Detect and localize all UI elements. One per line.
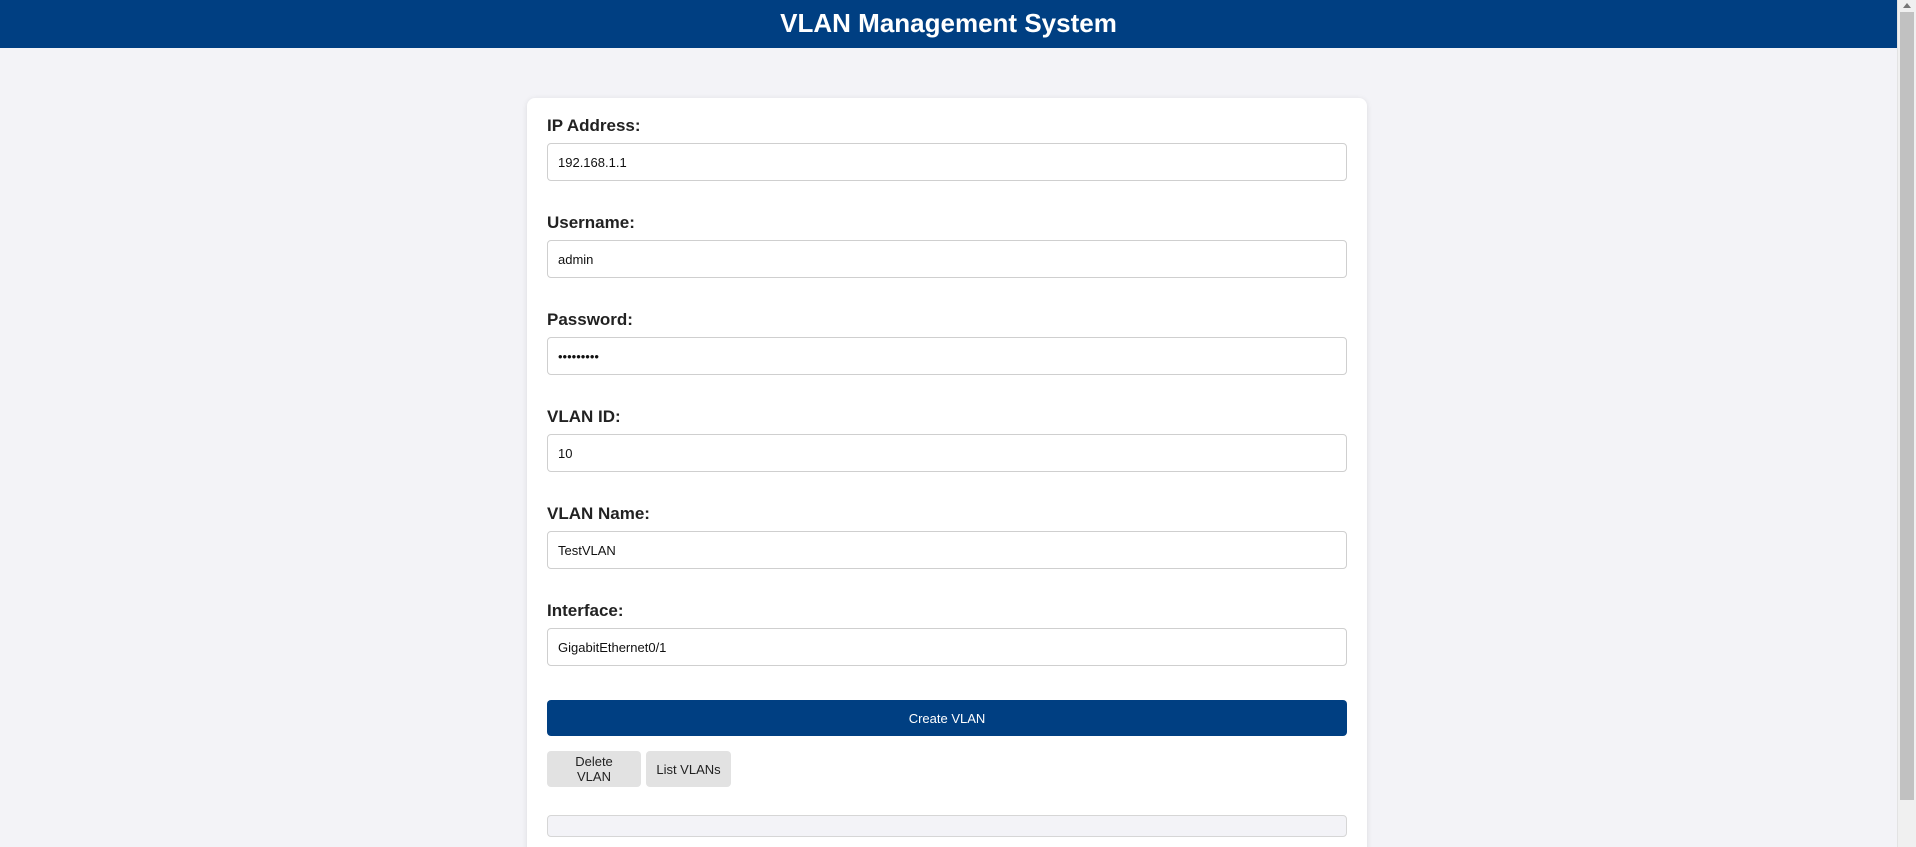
ip-address-label: IP Address:: [547, 116, 641, 135]
username-label: Username:: [547, 213, 635, 232]
scrollbar-thumb[interactable]: [1900, 12, 1914, 800]
vlan-form-card: IP Address: Username: Password: VLAN ID:…: [527, 98, 1367, 847]
interface-input[interactable]: [547, 628, 1347, 666]
username-input[interactable]: [547, 240, 1347, 278]
delete-vlan-button[interactable]: Delete VLAN: [547, 751, 641, 787]
browser-viewport: VLAN Management System IP Address: Usern…: [0, 0, 1916, 847]
vlan-name-input[interactable]: [547, 531, 1347, 569]
list-vlans-button[interactable]: List VLANs: [646, 751, 731, 787]
interface-label: Interface:: [547, 601, 624, 620]
app-header: VLAN Management System: [0, 0, 1897, 48]
password-input[interactable]: [547, 337, 1347, 375]
ip-address-input[interactable]: [547, 143, 1347, 181]
vlan-name-label: VLAN Name:: [547, 504, 650, 523]
scroll-up-arrow-icon[interactable]: [1903, 3, 1911, 8]
password-label: Password:: [547, 310, 633, 329]
result-output: [547, 815, 1347, 837]
vlan-id-label: VLAN ID:: [547, 407, 621, 426]
page-title: VLAN Management System: [780, 8, 1117, 38]
vertical-scrollbar[interactable]: [1897, 0, 1916, 847]
vlan-id-input[interactable]: [547, 434, 1347, 472]
create-vlan-button[interactable]: Create VLAN: [547, 700, 1347, 736]
